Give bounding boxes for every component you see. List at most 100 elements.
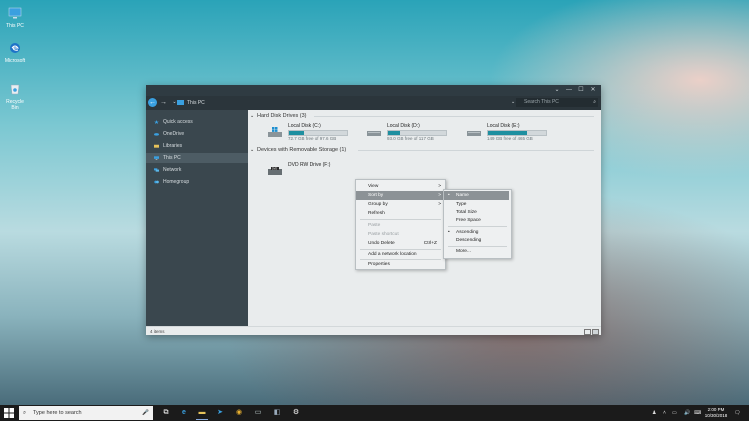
chrome-icon[interactable]: ◉ — [233, 407, 245, 419]
svg-text:DVD: DVD — [272, 167, 277, 170]
forward-button[interactable]: → — [159, 98, 168, 107]
telegram-icon[interactable]: ➤ — [214, 407, 226, 419]
divider — [358, 150, 594, 151]
menu-item-undo-delete[interactable]: Undo Delete Ctrl+Z — [356, 239, 445, 248]
this-pc-icon — [177, 100, 184, 106]
desktop-icon-recycle-bin[interactable]: Recycle Bin — [3, 83, 27, 111]
breadcrumb[interactable]: This PC — [177, 99, 205, 107]
back-button[interactable]: ← — [148, 98, 157, 107]
sidebar-item-this-pc[interactable]: This PC — [146, 153, 248, 163]
selected-dot-icon: • — [448, 193, 450, 198]
network-tray-icon[interactable]: ▭ — [672, 405, 677, 421]
menu-item-sort-free-space[interactable]: Free Space — [444, 216, 509, 225]
clock[interactable]: 2:00 PM 10/30/2018 — [703, 407, 729, 419]
sidebar-item-label: Network — [163, 167, 182, 173]
dvd-drive-icon: DVD — [268, 167, 282, 175]
input-indicator-icon[interactable]: ⌨ — [694, 405, 701, 421]
people-icon[interactable]: ♟ — [652, 405, 656, 421]
collapse-chevron-icon[interactable]: ⌄ — [250, 113, 254, 119]
navigation-pane: Quick access OneDrive Libraries This PC … — [146, 110, 248, 326]
menu-item-more[interactable]: More... — [444, 247, 509, 256]
sidebar-item-onedrive[interactable]: OneDrive — [146, 129, 248, 139]
hard-drive-icon — [367, 131, 381, 136]
settings-gear-icon[interactable]: ⚙ — [290, 407, 302, 419]
group-header-removable-storage[interactable]: Devices with Removable Storage (1) — [257, 147, 346, 153]
drive-name: Local Disk (D:) — [387, 123, 420, 129]
sidebar-item-label: Quick access — [163, 119, 193, 125]
windows-start-icon[interactable] — [4, 408, 14, 418]
title-bar: ⌄ — ☐ ✕ — [146, 85, 601, 96]
menu-item-refresh[interactable]: Refresh — [356, 209, 445, 218]
network-icon — [154, 168, 159, 172]
taskbar: ⌕ Type here to search 🎤 ⧉ e ▬ ➤ ◉ ▭ ◧ ⚙ … — [0, 405, 749, 421]
close-button[interactable]: ✕ — [588, 86, 598, 95]
breadcrumb-this-pc[interactable]: This PC — [187, 100, 205, 106]
task-view-icon[interactable]: ⧉ — [160, 407, 172, 419]
large-icons-view-icon[interactable] — [592, 329, 599, 335]
sidebar-item-quick-access[interactable]: Quick access — [146, 117, 248, 127]
desktop-icon-label: Recycle Bin — [6, 99, 24, 111]
desktop-icon-label: Microsoft — [4, 58, 26, 64]
computer-icon — [154, 156, 159, 160]
file-explorer-icon[interactable]: ▬ — [196, 407, 208, 420]
sidebar-item-network[interactable]: Network — [146, 165, 248, 175]
collapse-chevron-icon[interactable]: ⌄ — [250, 147, 254, 153]
desktop-icon-this-pc[interactable]: This PC — [3, 7, 27, 29]
drive-dvd-f[interactable]: DVD DVD RW Drive (F:) — [268, 162, 358, 182]
submenu-arrow-icon: > — [438, 184, 441, 189]
search-placeholder: Search This PC — [524, 99, 559, 105]
menu-item-group-by[interactable]: Group by > — [356, 200, 445, 209]
chevron-up-icon[interactable]: ˄ — [663, 405, 666, 421]
sidebar-item-libraries[interactable]: Libraries — [146, 141, 248, 151]
star-icon — [154, 120, 159, 124]
sidebar-item-label: OneDrive — [163, 131, 185, 137]
this-pc-icon — [8, 7, 22, 19]
taskbar-search-box[interactable]: ⌕ Type here to search 🎤 — [19, 406, 153, 420]
drive-e[interactable]: Local Disk (E:) 149 GB free of 465 GB — [467, 123, 557, 143]
minimize-button[interactable]: — — [564, 86, 574, 95]
sidebar-item-label: Homegroup — [163, 179, 190, 185]
menu-item-sort-by[interactable]: Sort by > — [356, 191, 445, 200]
edge-icon[interactable]: e — [178, 407, 190, 419]
details-view-icon[interactable] — [584, 329, 591, 335]
drive-usage-fill — [388, 131, 401, 135]
windows-drive-icon — [268, 127, 282, 137]
ribbon-toggle-button[interactable]: ⌄ — [552, 86, 562, 95]
drive-c[interactable]: Local Disk (C:) 72.7 GB free of 97.6 GB — [268, 123, 358, 143]
app-icon[interactable]: ◧ — [271, 407, 283, 419]
drive-usage-fill — [289, 131, 305, 135]
menu-item-properties[interactable]: Properties — [356, 260, 445, 269]
volume-icon[interactable]: 🔊 — [684, 405, 690, 421]
taskbar-search-placeholder: Type here to search — [33, 410, 82, 416]
maximize-button[interactable]: ☐ — [576, 86, 586, 95]
microphone-icon[interactable]: 🎤 — [142, 406, 149, 420]
menu-item-descending[interactable]: Descending — [444, 236, 509, 245]
action-center-icon[interactable]: 🗨 — [734, 405, 740, 421]
sidebar-item-label: This PC — [163, 155, 181, 161]
sort-by-submenu: • Name Type Total Size Free Space • Ascend… — [443, 189, 512, 259]
recycle-bin-icon — [10, 84, 20, 95]
search-input[interactable]: Search This PC ⌕ — [516, 98, 598, 107]
menu-item-add-network-location[interactable]: Add a network location — [356, 250, 445, 259]
hard-drive-icon — [467, 131, 481, 136]
submenu-arrow-icon: > — [438, 193, 441, 198]
menu-item-sort-name[interactable]: • Name — [444, 191, 509, 200]
folder-icon — [154, 144, 159, 148]
context-menu: View > Sort by > Group by > Refresh Paste P… — [355, 179, 446, 270]
menu-item-paste-shortcut[interactable]: Paste shortcut — [356, 230, 445, 239]
shortcut-label: Ctrl+Z — [423, 241, 437, 246]
menu-item-paste[interactable]: Paste — [356, 221, 445, 230]
drive-free-space: 93.0 GB free of 117 GB — [387, 136, 434, 141]
tablet-app-icon[interactable]: ▭ — [252, 407, 264, 419]
menu-item-view[interactable]: View > — [356, 182, 445, 191]
group-header-hard-disk-drives[interactable]: Hard Disk Drives (3) — [257, 113, 307, 119]
sidebar-item-homegroup[interactable]: Homegroup — [146, 177, 248, 187]
drive-name: Local Disk (E:) — [487, 123, 520, 129]
homegroup-icon — [154, 180, 159, 184]
clock-date: 10/30/2018 — [704, 413, 728, 418]
drive-free-space: 149 GB free of 465 GB — [487, 136, 533, 141]
drive-usage-fill — [488, 131, 528, 135]
desktop-icon-microsoft[interactable]: Microsoft — [3, 42, 27, 64]
drive-d[interactable]: Local Disk (D:) 93.0 GB free of 117 GB — [367, 123, 457, 143]
address-dropdown-chevron-icon[interactable]: ⌄ — [511, 99, 515, 105]
